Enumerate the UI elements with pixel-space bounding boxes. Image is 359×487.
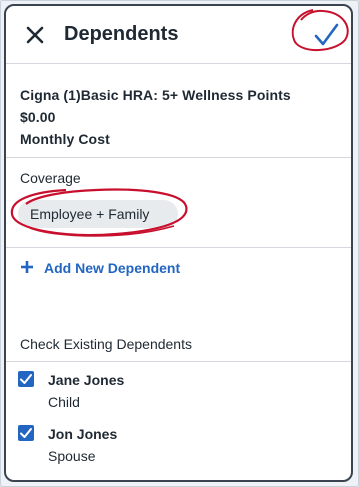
plus-icon <box>21 261 33 273</box>
divider <box>6 361 351 362</box>
coverage-selector[interactable]: Employee + Family <box>18 200 178 228</box>
dependent-relationship: Spouse <box>48 448 96 464</box>
existing-dependents-label: Check Existing Dependents <box>20 336 192 352</box>
dependent-item: Jon Jones Spouse <box>18 424 318 468</box>
coverage-label: Coverage <box>20 170 81 186</box>
header: Dependents <box>6 6 351 64</box>
plan-summary: Cigna (1)Basic HRA: 5+ Wellness Points $… <box>6 64 351 158</box>
checkmark-icon <box>20 374 32 384</box>
dependent-name: Jane Jones <box>48 372 125 388</box>
dependent-checkbox[interactable] <box>18 425 34 441</box>
add-new-dependent-label: Add New Dependent <box>44 260 181 276</box>
close-icon[interactable] <box>24 24 46 46</box>
page-title: Dependents <box>64 23 179 45</box>
dependent-checkbox[interactable] <box>18 371 34 387</box>
dependent-name: Jon Jones <box>48 426 118 442</box>
dependent-relationship: Child <box>48 394 80 410</box>
phone-screen: Dependents Cigna (1)Basic HRA: 5+ Wellne… <box>4 4 353 482</box>
add-new-dependent-link[interactable]: Add New Dependent <box>20 260 270 282</box>
plan-cost: $0.00 <box>20 109 56 125</box>
plan-cost-label: Monthly Cost <box>20 131 110 147</box>
dependent-item: Jane Jones Child <box>18 370 318 414</box>
plan-name: Cigna (1)Basic HRA: 5+ Wellness Points <box>20 87 291 103</box>
checkmark-icon[interactable] <box>311 20 341 50</box>
coverage-section: Coverage Employee + Family <box>6 158 351 248</box>
checkmark-icon <box>20 428 32 438</box>
